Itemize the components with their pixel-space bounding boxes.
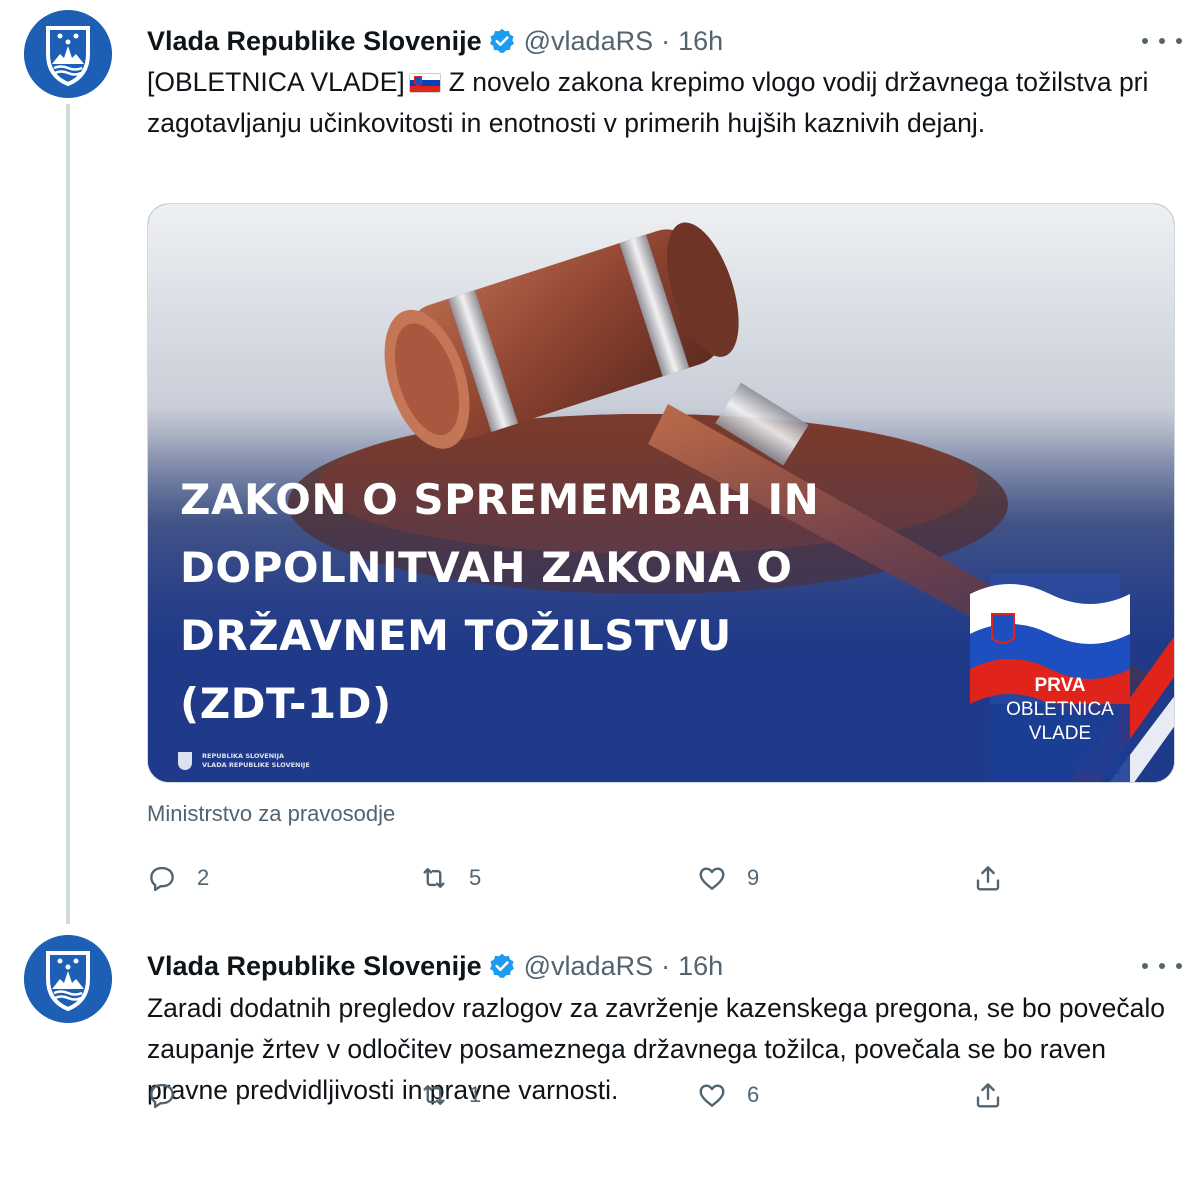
retweet-button[interactable]: 5: [419, 858, 481, 898]
separator-dot: ·: [661, 25, 671, 56]
retweet-count: 5: [469, 865, 482, 890]
tweet[interactable]: Vlada Republike Slovenije @vladaRS · 16h…: [0, 0, 1200, 924]
government-logo: REPUBLIKA SLOVENIJA VLADA REPUBLIKE SLOV…: [178, 752, 310, 770]
tweet-header: Vlada Republike Slovenije @vladaRS · 16h: [147, 947, 723, 985]
retweet-icon: [423, 1085, 445, 1105]
heart-icon: [699, 867, 725, 890]
coat-of-arms-icon: [24, 935, 112, 1023]
reply-icon: [150, 866, 174, 892]
tweet-text-prefix: [OBLETNICA VLADE]: [147, 67, 405, 97]
author-name[interactable]: Vlada Republike Slovenije: [147, 951, 482, 982]
avatar[interactable]: [24, 10, 112, 98]
shield-icon: [178, 752, 192, 770]
share-button[interactable]: [973, 1075, 1003, 1115]
slovenia-flag-icon: [408, 73, 441, 93]
reply-button[interactable]: [147, 1075, 197, 1115]
more-options-icon[interactable]: [1142, 951, 1182, 981]
like-button[interactable]: 6: [697, 1075, 759, 1115]
tweet-text: [OBLETNICA VLADE] Z novelo zakona krepimo…: [147, 62, 1177, 144]
verified-badge-icon: [489, 953, 514, 979]
anniversary-badge-text: PRVA OBLETNICA VLADE: [998, 674, 1122, 746]
badge-line: VLADE: [1028, 723, 1092, 744]
author-name[interactable]: Vlada Republike Slovenije: [147, 26, 482, 57]
tweet-header: Vlada Republike Slovenije @vladaRS · 16h: [147, 22, 723, 60]
headline-line: DRŽAVNEM TOŽILSTVU: [180, 611, 732, 660]
reply-icon: [150, 1083, 174, 1109]
author-handle[interactable]: @vladaRS: [524, 26, 653, 57]
reply-button[interactable]: 2: [147, 858, 209, 898]
retweet-icon: [423, 868, 445, 888]
headline-line: DOPOLNITVAH ZAKONA O: [180, 543, 793, 592]
avatar[interactable]: [24, 935, 112, 1023]
share-icon: [976, 866, 1000, 891]
share-button[interactable]: [973, 858, 1003, 898]
verified-badge-icon: [489, 28, 514, 54]
badge-line: PRVA: [1034, 675, 1086, 696]
author-handle[interactable]: @vladaRS: [524, 951, 653, 982]
headline-line: ZAKON O SPREMEMBAH IN: [180, 475, 820, 524]
tweet-media-image[interactable]: ZAKON O SPREMEMBAH IN DOPOLNITVAH ZAKONA…: [147, 203, 1175, 783]
banner-headline: ZAKON O SPREMEMBAH IN DOPOLNITVAH ZAKONA…: [180, 466, 819, 738]
tweet-actions: 1 6: [147, 1075, 1027, 1115]
logo-line: REPUBLIKA SLOVENIJA: [202, 752, 285, 760]
heart-icon: [699, 1084, 725, 1107]
more-options-icon[interactable]: [1142, 26, 1182, 56]
like-count: 6: [747, 1082, 760, 1107]
share-icon: [976, 1083, 1000, 1108]
tweet[interactable]: Vlada Republike Slovenije @vladaRS · 16h…: [0, 925, 1200, 1182]
like-count: 9: [747, 865, 760, 890]
retweet-button[interactable]: 1: [419, 1075, 481, 1115]
logo-line: VLADA REPUBLIKE SLOVENIJE: [202, 761, 310, 769]
media-caption[interactable]: Ministrstvo za pravosodje: [147, 801, 395, 827]
like-button[interactable]: 9: [697, 858, 759, 898]
separator-dot: ·: [661, 950, 671, 981]
thread-connector-line: [66, 104, 70, 924]
reply-count: 2: [197, 865, 210, 890]
tweet-actions: 2 5 9: [147, 858, 1027, 898]
timestamp[interactable]: 16h: [678, 26, 723, 57]
timestamp[interactable]: 16h: [678, 951, 723, 982]
headline-line: (ZDT-1D): [180, 679, 392, 728]
badge-line: OBLETNICA: [1006, 699, 1114, 720]
retweet-count: 1: [469, 1082, 482, 1107]
coat-of-arms-icon: [24, 10, 112, 98]
